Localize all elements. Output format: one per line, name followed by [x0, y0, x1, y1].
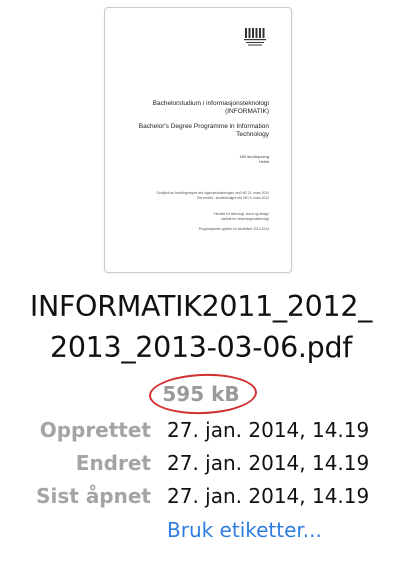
opened-label: Sist åpnet: [36, 484, 151, 508]
preview-faculty-line: Fakultet for teknologi, kunst og design: [213, 212, 269, 216]
meta-row-opened: Sist åpnet 27. jan. 2014, 14.19: [0, 481, 402, 511]
preview-title-line: (INFORMATIK): [225, 108, 269, 115]
created-label: Opprettet: [39, 418, 151, 442]
preview-faculty-line: Institutt for informasjonsteknologi: [220, 216, 269, 221]
preview-credits: 180 studiepoeng Heltid: [119, 154, 269, 164]
preview-title-line: Bachelorstudium i informasjonsteknologi: [152, 100, 269, 107]
annotation-circle: [148, 372, 258, 416]
preview-faculty: Fakultet for teknologi, kunst og design …: [213, 212, 269, 221]
preview-approval-line: Sist endret - studieutvalget ved HiG 6. …: [196, 195, 269, 200]
meta-row-created: Opprettet 27. jan. 2014, 14.19: [0, 415, 402, 445]
preview-mode-line: Heltid: [258, 159, 269, 164]
preview-approval: Godkjent av Avdelingsstyret ved ingeniør…: [156, 191, 269, 200]
preview-plan: Programplanen gjelder for studieåret 201…: [199, 227, 269, 232]
modified-label: Endret: [75, 451, 151, 475]
created-value: 27. jan. 2014, 14.19: [167, 418, 370, 442]
file-name-line: INFORMATIK2011_2012_: [29, 290, 373, 323]
modified-value: 27. jan. 2014, 14.19: [167, 451, 370, 475]
preview-approval-line: Godkjent av Avdelingsstyret ved ingeniør…: [156, 191, 269, 195]
preview-title-line: Bachelor's Degree Programme in Informati…: [138, 123, 269, 130]
preview-plan-line: Programplanen gjelder for studieåret 201…: [198, 227, 269, 231]
preview-title-en: Bachelor's Degree Programme in Informati…: [119, 123, 269, 139]
file-name-line: 2013_2013-03-06.pdf: [50, 331, 352, 364]
document-preview[interactable]: Bachelorstudium i informasjonsteknologi …: [104, 7, 292, 273]
file-name: INFORMATIK2011_2012_ 2013_2013-03-06.pdf: [0, 286, 402, 368]
meta-row-modified: Endret 27. jan. 2014, 14.19: [0, 448, 402, 478]
opened-value: 27. jan. 2014, 14.19: [167, 484, 370, 508]
apply-tags-link[interactable]: Bruk etiketter...: [167, 515, 322, 545]
institution-logo-icon: [244, 28, 266, 46]
preview-title-line: Technology: [236, 131, 269, 138]
preview-title-no: Bachelorstudium i informasjonsteknologi …: [119, 100, 269, 116]
